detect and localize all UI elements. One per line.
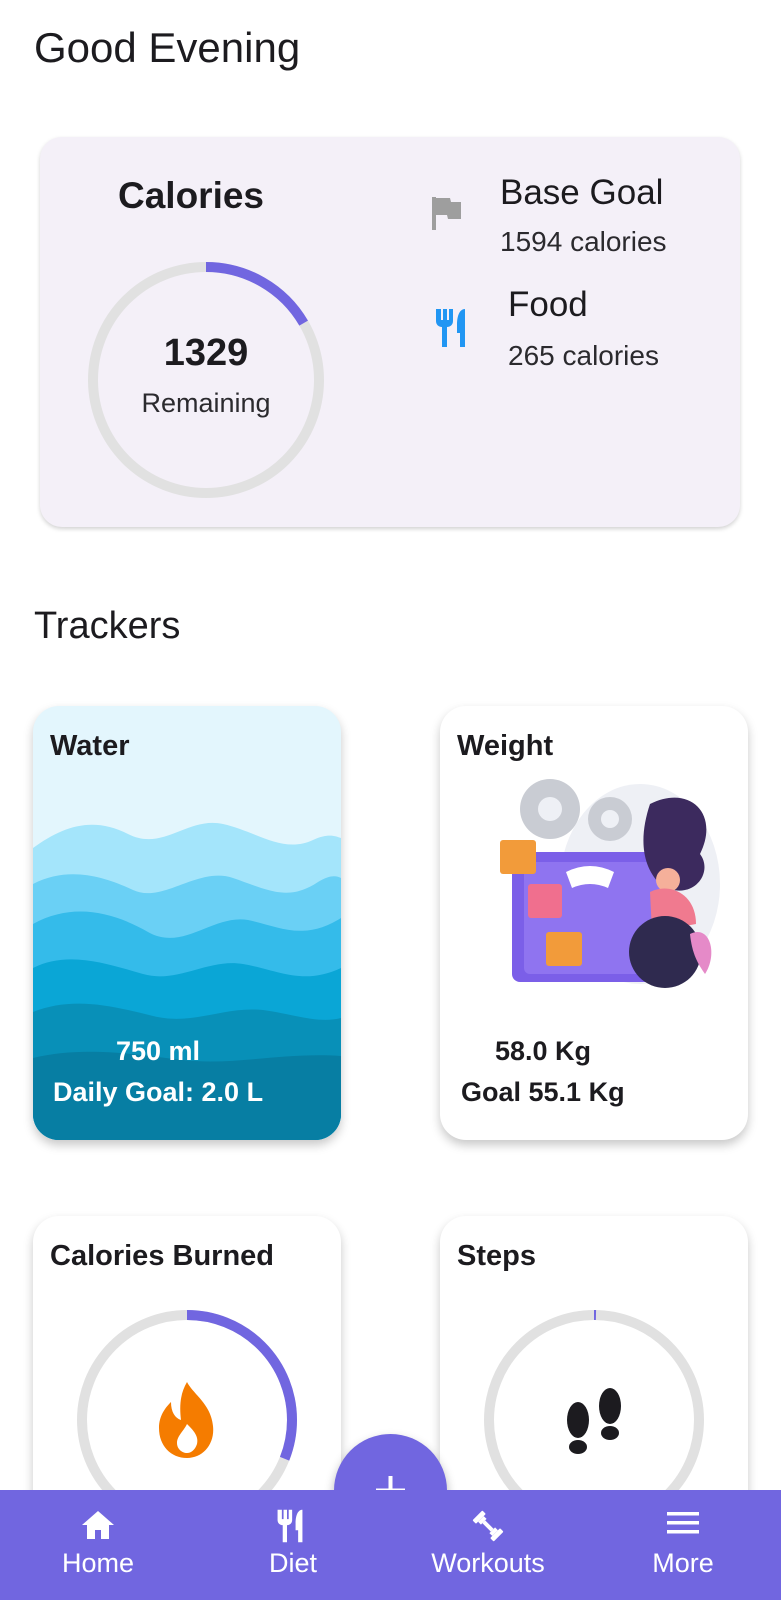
water-title: Water [50,730,130,762]
base-goal-value: 1594 calories [500,226,667,257]
nav-more-label: More [652,1548,714,1578]
food-value: 265 calories [508,340,659,371]
nav-workouts[interactable]: Workouts [408,1490,568,1600]
water-amount: 750 ml [116,1036,201,1066]
calories-ring: 1329 Remaining [86,260,326,500]
flag-icon [430,195,464,236]
nav-workouts-label: Workouts [431,1548,545,1578]
home-icon [82,1511,114,1539]
weight-title: Weight [457,730,554,762]
menu-icon [667,1512,699,1534]
food-title: Food [508,285,588,324]
nav-home[interactable]: Home [18,1490,178,1600]
weight-scale-illustration [500,779,720,988]
steps-title: Steps [457,1240,536,1272]
fork-knife-icon [277,1509,303,1543]
nav-more[interactable]: More [603,1490,763,1600]
base-goal-title: Base Goal [500,173,664,212]
weight-goal: Goal 55.1 Kg [461,1077,625,1107]
water-tracker-card[interactable]: Water 750 ml Daily Goal: 2.0 L [33,706,341,1140]
calories-remaining-value: 1329 [163,332,249,374]
weight-current: 58.0 Kg [495,1036,592,1066]
nav-diet[interactable]: Diet [213,1490,373,1600]
water-daily-goal: Daily Goal: 2.0 L [53,1077,264,1107]
calories-remaining-label: Remaining [141,388,271,418]
nav-diet-label: Diet [268,1548,317,1578]
calories-burned-title: Calories Burned [50,1240,274,1272]
bottom-navigation: Home Diet Workouts More [0,1490,781,1600]
water-waves-illustration [33,822,341,1140]
calories-title: Calories [118,175,265,216]
nav-home-label: Home [61,1548,135,1578]
weight-tracker-card[interactable]: Weight 58.0 Kg Goal 55.1 Kg [440,706,748,1140]
flame-icon [159,1382,214,1458]
calories-card[interactable]: Calories 1329 Remaining Base Goal 1594 c… [40,137,740,527]
greeting-title: Good Evening [34,24,301,71]
trackers-title: Trackers [34,605,181,647]
fork-knife-icon [433,307,475,354]
dumbbell-icon [472,1510,504,1542]
footprints-icon [567,1388,621,1454]
